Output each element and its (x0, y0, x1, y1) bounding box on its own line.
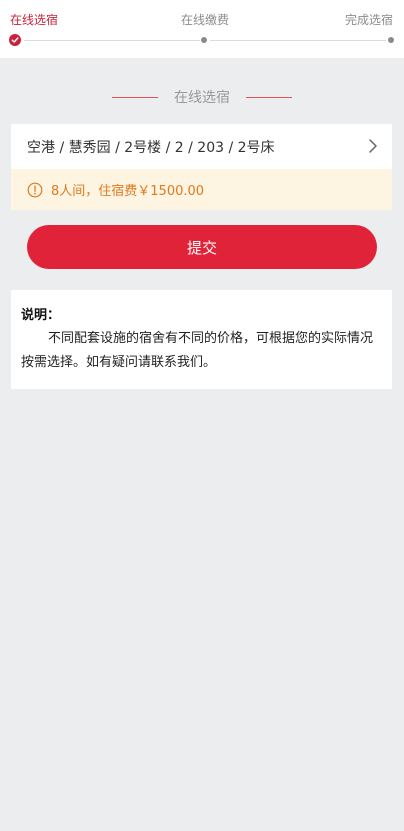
dorm-selection-path: 空港 / 慧秀园 / 2号楼 / 2 / 203 / 2号床 (27, 139, 275, 156)
step-connector (24, 40, 200, 41)
section-title: 在线选宿 (174, 90, 230, 106)
step-label-complete: 完成选宿 (345, 13, 394, 27)
progress-stepper: 在线选宿 在线缴费 完成选宿 (0, 0, 404, 58)
submit-button[interactable]: 提交 (27, 225, 377, 269)
step-label-online-payment: 在线缴费 (181, 13, 230, 27)
divider-line (112, 96, 158, 98)
section-header: 在线选宿 (0, 86, 404, 108)
description-heading: 说明： (21, 308, 61, 323)
divider-line (246, 96, 292, 98)
step-dot-icon (201, 37, 207, 43)
price-notice-text: 8人间，住宿费￥1500.00 (51, 184, 205, 199)
price-notice: 8人间，住宿费￥1500.00 (11, 169, 392, 210)
description-box: 说明： 不同配套设施的宿舍有不同的价格，可根据您的实际情况按需选择。如有疑问请联… (11, 290, 392, 389)
step-connector (210, 40, 386, 41)
check-icon (9, 34, 21, 46)
description-body: 不同配套设施的宿舍有不同的价格，可根据您的实际情况按需选择。如有疑问请联系我们。 (21, 331, 374, 370)
dorm-selection-row[interactable]: 空港 / 慧秀园 / 2号楼 / 2 / 203 / 2号床 (11, 124, 392, 169)
info-circle-icon (27, 182, 43, 197)
selection-card: 空港 / 慧秀园 / 2号楼 / 2 / 203 / 2号床 8人间，住宿费￥1… (11, 124, 392, 210)
step-label-select-dorm: 在线选宿 (10, 13, 59, 27)
step-dot-icon (388, 37, 394, 43)
chevron-right-icon (369, 139, 377, 153)
